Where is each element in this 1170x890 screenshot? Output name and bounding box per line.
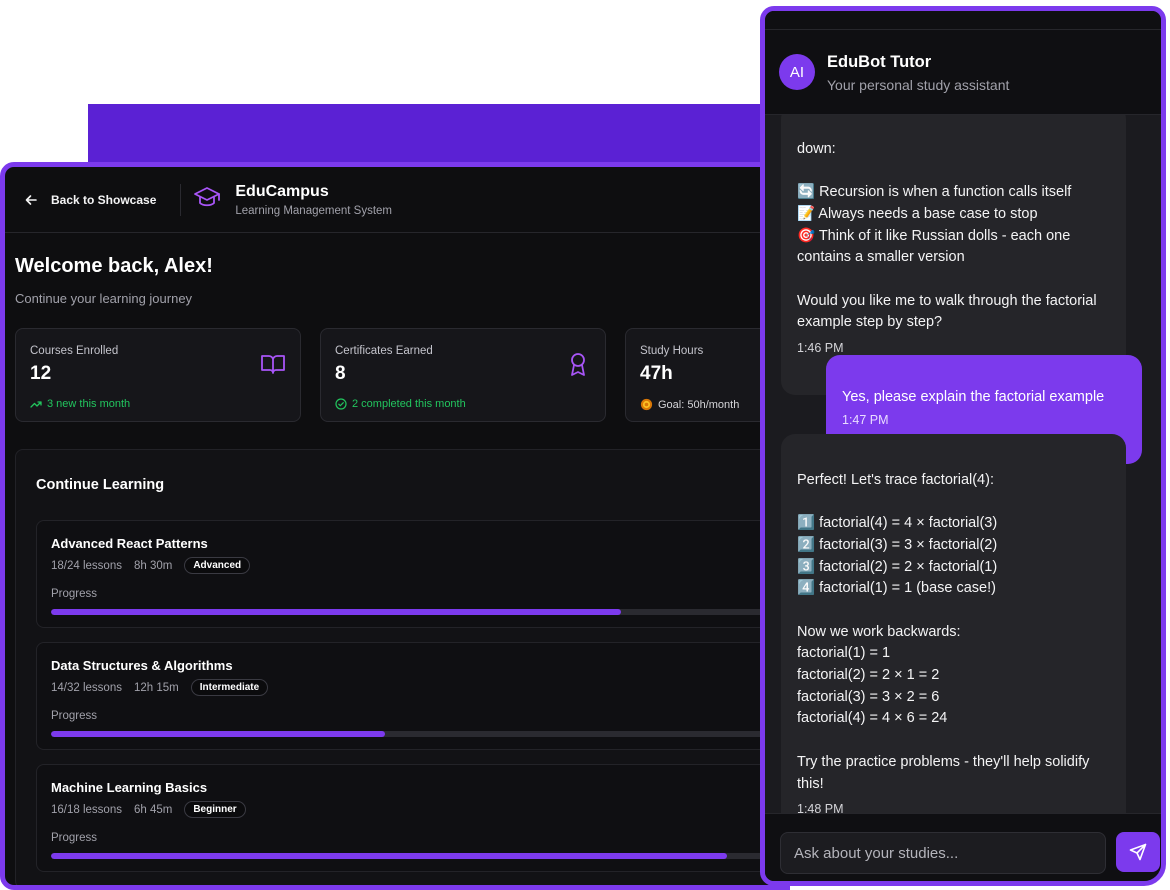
stat-note: 2 completed this month xyxy=(335,398,591,410)
target-icon xyxy=(640,398,653,411)
stat-card-courses: Courses Enrolled 12 3 new this month xyxy=(15,328,301,422)
accent-band xyxy=(88,104,778,164)
progress-label: Progress xyxy=(51,588,98,600)
chat-subtitle: Your personal study assistant xyxy=(827,77,1010,93)
course-meta: 14/32 lessons 12h 15m Intermediate xyxy=(51,679,781,696)
message-time: 1:47 PM xyxy=(842,413,889,428)
brand-title: EduCampus xyxy=(235,182,329,200)
trending-up-icon xyxy=(30,401,42,408)
stat-value: 8 xyxy=(335,363,346,384)
course-duration: 6h 45m xyxy=(133,803,173,816)
course-title: Data Structures & Algorithms xyxy=(51,658,233,673)
stat-note-text: Goal: 50h/month xyxy=(658,398,740,411)
chat-header: AI EduBot Tutor Your personal study assi… xyxy=(765,11,1161,115)
brand: EduCampus Learning Management System xyxy=(193,183,392,217)
level-badge: Beginner xyxy=(184,801,246,818)
chat-title: EduBot Tutor xyxy=(827,53,932,71)
level-badge: Advanced xyxy=(184,557,251,574)
bot-message: down: 🔄 Recursion is when a function cal… xyxy=(781,105,1126,396)
message-text: down: 🔄 Recursion is when a function cal… xyxy=(797,140,1097,331)
course-meta: 16/18 lessons 6h 45m Beginner xyxy=(51,801,781,818)
level-badge: Intermediate xyxy=(190,679,269,696)
progress-fill xyxy=(51,853,728,859)
bot-message: Perfect! Let's trace factorial(4): 1️⃣ f… xyxy=(781,434,1126,857)
lms-header: Back to Showcase EduCampus Learning Mana… xyxy=(5,167,785,233)
course-card[interactable]: Advanced React Patterns 18/24 lessons 8h… xyxy=(36,520,785,628)
continue-learning-panel: Continue Learning Advanced React Pattern… xyxy=(15,449,785,885)
send-icon xyxy=(1129,843,1147,861)
graduation-cap-icon xyxy=(193,183,221,216)
stat-note-text: 2 completed this month xyxy=(352,398,466,410)
progress-label: Progress xyxy=(51,710,98,722)
progress-bar xyxy=(51,853,785,859)
back-to-showcase-button[interactable]: Back to Showcase xyxy=(25,183,182,216)
stat-label: Certificates Earned xyxy=(335,345,433,357)
course-title: Machine Learning Basics xyxy=(51,780,208,795)
check-circle-icon xyxy=(335,398,347,410)
chat-footer xyxy=(765,813,1161,881)
progress-label: Progress xyxy=(51,832,98,844)
course-duration: 12h 15m xyxy=(133,681,179,694)
progress-bar xyxy=(51,609,785,615)
message-text: Yes, please explain the factorial exampl… xyxy=(842,388,1105,405)
back-label: Back to Showcase xyxy=(51,192,157,207)
stat-note-text: 3 new this month xyxy=(47,398,131,410)
brand-subtitle: Learning Management System xyxy=(235,204,392,217)
message-text: Perfect! Let's trace factorial(4): 1️⃣ f… xyxy=(797,471,1090,792)
course-lessons: 14/32 lessons xyxy=(51,681,122,694)
course-lessons: 16/18 lessons xyxy=(51,803,122,816)
lms-window: Back to Showcase EduCampus Learning Mana… xyxy=(0,162,790,890)
progress-fill xyxy=(51,731,386,737)
welcome-heading: Welcome back, Alex! xyxy=(15,255,213,277)
course-duration: 8h 30m xyxy=(133,559,173,572)
course-title: Advanced React Patterns xyxy=(51,536,208,551)
course-meta: 18/24 lessons 8h 30m Advanced xyxy=(51,557,781,574)
course-lessons: 18/24 lessons xyxy=(51,559,122,572)
chat-input[interactable] xyxy=(780,832,1106,874)
divider xyxy=(765,29,1161,30)
welcome-subtitle: Continue your learning journey xyxy=(15,291,193,306)
arrow-left-icon xyxy=(25,194,37,205)
send-button[interactable] xyxy=(1116,832,1160,872)
chat-window: down: 🔄 Recursion is when a function cal… xyxy=(760,6,1166,886)
course-card[interactable]: Data Structures & Algorithms 14/32 lesso… xyxy=(36,642,785,750)
book-icon xyxy=(261,355,285,374)
continue-learning-title: Continue Learning xyxy=(36,477,165,493)
progress-bar xyxy=(51,731,785,737)
stat-label: Courses Enrolled xyxy=(30,345,119,357)
progress-fill xyxy=(51,609,621,615)
stat-value: 12 xyxy=(30,363,52,384)
course-card[interactable]: Machine Learning Basics 16/18 lessons 6h… xyxy=(36,764,785,872)
award-icon xyxy=(571,353,585,376)
avatar: AI xyxy=(779,54,815,90)
stat-note: 3 new this month xyxy=(30,398,286,410)
stat-card-certificates: Certificates Earned 8 2 completed this m… xyxy=(320,328,606,422)
